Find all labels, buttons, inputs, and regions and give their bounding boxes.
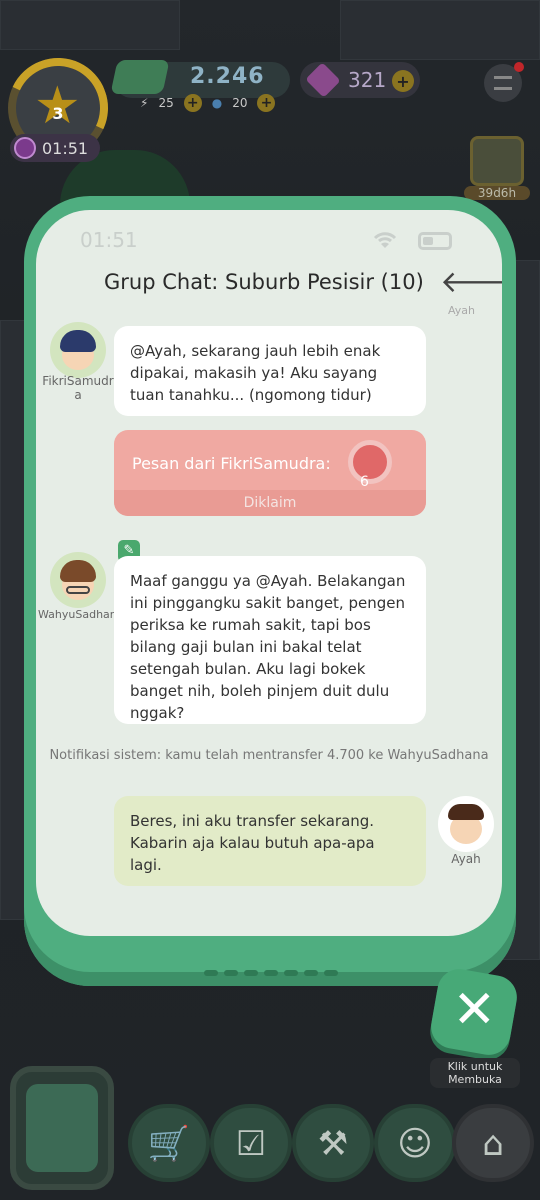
- cash-counter[interactable]: 2.246: [110, 60, 290, 98]
- add-water-button[interactable]: +: [257, 94, 276, 112]
- cart-icon: 🛒: [147, 1124, 191, 1164]
- home-icon: ⌂: [482, 1124, 504, 1164]
- sender-name: FikriSamudr a: [36, 374, 120, 402]
- gift-claimed-status: Diklaim: [114, 490, 426, 516]
- home-edit-button[interactable]: ⌂: [452, 1104, 534, 1182]
- energy-icon: ⚡: [140, 96, 149, 110]
- phone-speaker-dots: [204, 970, 338, 976]
- chat-title: Grup Chat: Suburb Pesisir (10): [104, 270, 424, 294]
- shop-button[interactable]: 🛒: [128, 1104, 210, 1182]
- phone-tool-button[interactable]: [10, 1066, 114, 1190]
- notification-dot: [514, 62, 524, 72]
- phone-icon: [26, 1084, 98, 1172]
- phone-clock: 01:51: [80, 228, 138, 252]
- resource-row: ⚡ 25 + ● 20 +: [140, 94, 276, 112]
- sender-name-line: FikriSamudr: [42, 374, 114, 388]
- battery-icon: [418, 232, 452, 250]
- build-button[interactable]: ⚒: [292, 1104, 374, 1182]
- wifi-icon: [373, 232, 397, 248]
- water-drop-icon: ●: [211, 96, 223, 110]
- menu-button[interactable]: [484, 62, 524, 102]
- background-tile: [340, 0, 540, 60]
- checklist-icon: ☑: [235, 1124, 267, 1164]
- gem-counter[interactable]: 321 +: [300, 62, 420, 98]
- gift-message-card[interactable]: Pesan dari FikriSamudra: 6 Diklaim: [114, 430, 426, 516]
- chat-header: Grup Chat: Suburb Pesisir (10) 🡐 Ayah: [36, 266, 502, 318]
- message-bubble-own: Beres, ini aku transfer sekarang. Kabari…: [114, 796, 426, 886]
- event-icon: [470, 136, 524, 186]
- sender-name-line: a: [74, 388, 82, 402]
- avatar-hair: [60, 560, 96, 582]
- add-energy-button[interactable]: +: [183, 94, 202, 112]
- close-button[interactable]: ✕: [427, 965, 521, 1059]
- cash-icon: [110, 60, 170, 94]
- avatar-ayah[interactable]: [438, 796, 494, 852]
- gift-label: Pesan dari FikriSamudra:: [132, 454, 331, 473]
- sender-name: Ayah: [451, 852, 481, 866]
- clock-icon: [14, 137, 36, 159]
- tools-icon: ⚒: [317, 1124, 349, 1164]
- flower-icon: [348, 440, 392, 484]
- character-button[interactable]: ☺: [374, 1104, 456, 1182]
- system-notification: Notifikasi sistem: kamu telah mentransfe…: [49, 748, 489, 763]
- background-tile: [0, 0, 180, 50]
- hud-timer: 01:51: [10, 134, 100, 162]
- avatar-hair: [448, 804, 484, 820]
- message-bubble: Maaf ganggu ya @Ayah. Belakangan ini pin…: [114, 556, 426, 724]
- close-button-label: Klik untuk Membuka: [430, 1058, 520, 1088]
- tasks-button[interactable]: ☑: [210, 1104, 292, 1182]
- energy-value: 25: [158, 96, 174, 110]
- gift-amount: 6: [360, 474, 369, 490]
- timer-text: 01:51: [42, 138, 89, 158]
- glasses-icon: [66, 586, 90, 594]
- cash-value: 2.246: [190, 64, 265, 89]
- avatar-wahyusadhana[interactable]: [50, 552, 106, 608]
- avatar-fikrisamudra[interactable]: [50, 322, 106, 378]
- gem-value: 321: [348, 68, 387, 92]
- phone-frame: 01:51 Grup Chat: Suburb Pesisir (10) 🡐 A…: [24, 196, 516, 986]
- message-bubble: @Ayah, sekarang jauh lebih enak dipakai,…: [114, 326, 426, 416]
- phone-screen: 01:51 Grup Chat: Suburb Pesisir (10) 🡐 A…: [36, 210, 502, 936]
- sender-name: WahyuSadhana: [38, 608, 124, 621]
- level-number: 3: [52, 104, 64, 123]
- menu-icon: [494, 76, 512, 90]
- close-icon: ✕: [452, 980, 497, 1041]
- add-gems-button[interactable]: +: [392, 70, 414, 92]
- gem-icon: [305, 62, 341, 98]
- event-button[interactable]: 39d6h: [464, 136, 530, 206]
- character-icon: ☺: [397, 1124, 433, 1164]
- event-timer: 39d6h: [464, 186, 530, 200]
- avatar-hair: [60, 330, 96, 352]
- water-value: 20: [232, 96, 248, 110]
- back-arrow-icon[interactable]: 🡐: [440, 268, 502, 298]
- faint-sender-label: Ayah: [448, 304, 476, 317]
